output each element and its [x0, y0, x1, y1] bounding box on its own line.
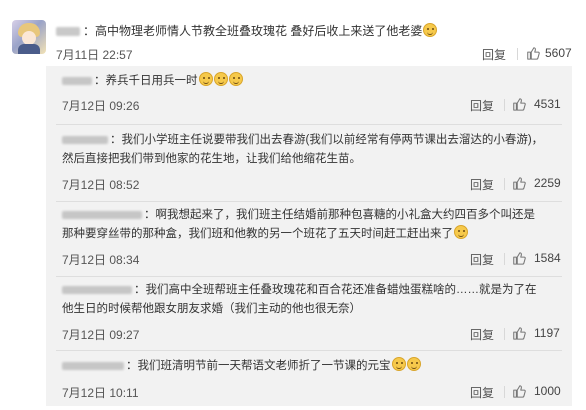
reply-button[interactable]: 回复	[470, 326, 494, 343]
main-comment-time: 7月11日 22:57	[56, 48, 133, 62]
like-count: 1197	[534, 326, 560, 340]
divider	[504, 253, 505, 265]
reply-time: 7月12日 09:26	[62, 99, 140, 113]
avatar[interactable]	[12, 20, 46, 54]
like-count: 4531	[534, 97, 561, 111]
reply-text-line1: ：啊我想起来了，我们班主任结婚前那种包喜糖的小礼盒大约四百多个叫还是	[144, 209, 535, 221]
main-comment: ：高中物理老师情人节教全班叠玫瑰花 叠好后收上来送了他老婆 7月11日 22:5…	[12, 18, 574, 63]
reply-text-row: ：养兵千日用兵一时	[62, 72, 562, 91]
divider	[504, 178, 505, 190]
reply-text-row: 那种要穿丝带的那种盒，我们班和他教的另一个班花了五天时间赶工赶出来了	[62, 225, 562, 244]
reply-button[interactable]: 回复	[470, 97, 494, 114]
reply-text-line2: 他生日的时候帮他跟女朋友求婚（我们主动的他也很无奈）	[62, 303, 361, 315]
blurred-username[interactable]	[62, 76, 92, 85]
like-count: 1584	[534, 251, 561, 265]
reply-text-row: ：我们班清明节前一天帮语文老师折了一节课的元宝	[62, 357, 562, 376]
list-item: ：养兵千日用兵一时 7月12日 09:26 回复 4531	[46, 66, 572, 126]
thumbs-up-icon[interactable]	[512, 176, 526, 190]
reply-text-line2: 然后直接把我们带到他家的花生地，让我们给他缩花生苗。	[62, 153, 361, 165]
reply-time: 7月12日 10:11	[62, 386, 139, 400]
smiley-emoji-icon	[198, 72, 213, 86]
blurred-username[interactable]	[62, 361, 124, 370]
divider	[504, 328, 505, 340]
main-comment-text-row: ：高中物理老师情人节教全班叠玫瑰花 叠好后收上来送了他老婆	[56, 22, 438, 39]
reply-button[interactable]: 回复	[470, 384, 494, 401]
reply-button[interactable]: 回复	[470, 251, 494, 268]
thumbs-up-icon[interactable]	[526, 46, 540, 60]
smiley-emoji-icon	[213, 72, 228, 86]
replies-panel: ：养兵千日用兵一时 7月12日 09:26 回复 4531 ：我们小学班主任说要…	[46, 66, 572, 406]
reply-time: 7月12日 08:52	[62, 178, 140, 192]
main-comment-text: ：高中物理老师情人节教全班叠玫瑰花 叠好后收上来送了他老婆	[83, 24, 423, 38]
weibo-comment-thread: ：高中物理老师情人节教全班叠玫瑰花 叠好后收上来送了他老婆 7月11日 22:5…	[0, 0, 586, 410]
thumbs-up-icon[interactable]	[512, 326, 526, 340]
blurred-username[interactable]	[62, 210, 142, 219]
divider	[504, 99, 505, 111]
list-item: ：我们小学班主任说要带我们出去春游(我们以前经常有停两节课出去溜达的小春游)， …	[46, 125, 572, 202]
reply-text-row: ：啊我想起来了，我们班主任结婚前那种包喜糖的小礼盒大约四百多个叫还是	[62, 206, 562, 225]
blurred-username[interactable]	[62, 285, 132, 294]
list-item: ：我们班清明节前一天帮语文老师折了一节课的元宝 7月12日 10:11 回复 1…	[46, 351, 572, 406]
reply-button[interactable]: 回复	[470, 176, 494, 193]
smiley-emoji-icon	[228, 72, 243, 86]
like-count: 1000	[534, 384, 561, 398]
like-count: 2259	[534, 176, 561, 190]
reply-text-line2: 那种要穿丝带的那种盒，我们班和他教的另一个班花了五天时间赶工赶出来了	[62, 228, 453, 240]
reply-text-line1: ：我们高中全班帮班主任叠玫瑰花和百合花还准备蜡烛蛋糕啥的……就是为了在	[134, 284, 537, 296]
reply-text-row: ：我们高中全班帮班主任叠玫瑰花和百合花还准备蜡烛蛋糕啥的……就是为了在	[62, 281, 562, 300]
blurred-username[interactable]	[62, 135, 108, 144]
divider	[504, 386, 505, 398]
reply-text: ：养兵千日用兵一时	[94, 75, 198, 87]
list-item: ：我们高中全班帮班主任叠玫瑰花和百合花还准备蜡烛蛋糕啥的……就是为了在 他生日的…	[46, 277, 572, 351]
reply-time: 7月12日 08:34	[62, 253, 140, 267]
reply-text: ：我们班清明节前一天帮语文老师折了一节课的元宝	[126, 360, 391, 372]
like-count: 5607	[545, 46, 572, 60]
reply-button[interactable]: 回复	[482, 46, 506, 63]
blurred-username[interactable]	[56, 27, 80, 37]
thumbs-up-icon[interactable]	[512, 384, 526, 398]
reply-text-row: 他生日的时候帮他跟女朋友求婚（我们主动的他也很无奈）	[62, 300, 562, 319]
reply-text-row: 然后直接把我们带到他家的花生地，让我们给他缩花生苗。	[62, 150, 562, 169]
list-item: ：啊我想起来了，我们班主任结婚前那种包喜糖的小礼盒大约四百多个叫还是 那种要穿丝…	[46, 202, 572, 277]
reply-time: 7月12日 09:27	[62, 328, 140, 342]
smiley-emoji-icon	[423, 23, 438, 37]
reply-text-line1: ：我们小学班主任说要带我们出去春游(我们以前经常有停两节课出去溜达的小春游)，	[110, 134, 544, 146]
thumbs-up-icon[interactable]	[512, 251, 526, 265]
reply-text-row: ：我们小学班主任说要带我们出去春游(我们以前经常有停两节课出去溜达的小春游)，	[62, 131, 562, 150]
smiley-emoji-icon	[454, 225, 468, 239]
divider	[517, 48, 518, 60]
smiley-emoji-icon	[406, 357, 421, 371]
thumbs-up-icon[interactable]	[512, 97, 526, 111]
smiley-emoji-icon	[391, 357, 406, 371]
